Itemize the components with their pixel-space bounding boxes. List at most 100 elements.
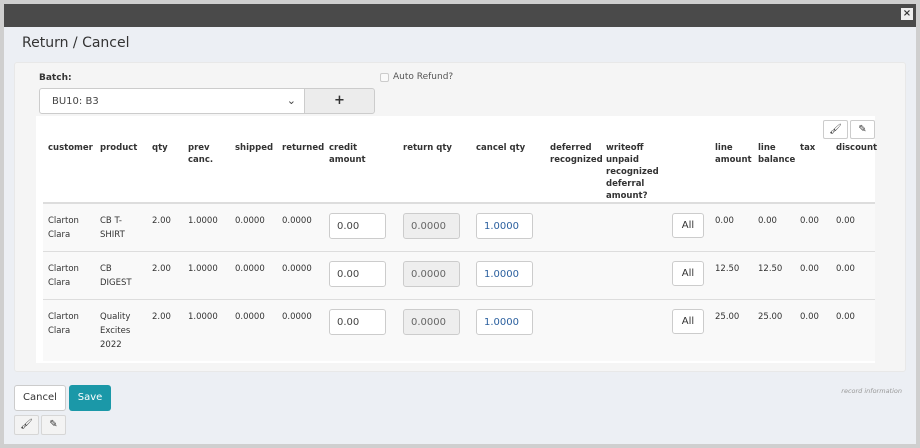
return-cancel-dialog: × Return / Cancel Batch: BU10: B3 ⌄ + Au… <box>4 4 916 444</box>
cell-all: All <box>661 299 710 361</box>
cell-line-balance: 25.00 <box>753 299 795 361</box>
cell-credit-amount: 0.00 <box>324 299 398 361</box>
cell-deferred-recognized <box>545 203 601 252</box>
cell-line-amount: 12.50 <box>710 251 753 300</box>
edit-icon[interactable]: ✎ <box>41 415 66 435</box>
table-row: Clarton Clara Quality Excites 2022 2.00 1.0… <box>43 299 875 361</box>
column-header: shipped <box>230 116 277 204</box>
cell-line-balance: 0.00 <box>753 203 795 252</box>
column-header: writeoff unpaid recognized deferral amou… <box>601 116 661 204</box>
table-header-row: customer product qty prev canc. shipped retur… <box>43 116 877 204</box>
chevron-down-icon: ⌄ <box>286 94 296 107</box>
footer-tools: 🖌 ✎ <box>14 415 66 435</box>
lines-table-container: 🖌 ✎ customer product qty prev canc. shipped r… <box>36 116 877 363</box>
credit-amount-input[interactable]: 0.00 <box>329 308 386 335</box>
column-header: product <box>95 116 147 204</box>
all-button[interactable]: All <box>672 308 704 334</box>
column-header: prev canc. <box>183 116 230 204</box>
cell-shipped: 0.0000 <box>230 203 277 252</box>
form-panel: Batch: BU10: B3 ⌄ + Auto Refund? 🖌 ✎ cus… <box>14 62 906 372</box>
return-qty-input: 0.0000 <box>403 213 460 239</box>
column-header: customer <box>43 116 95 204</box>
footer-buttons: Cancel Save <box>14 385 111 411</box>
column-header: returned <box>277 116 324 204</box>
brush-icon[interactable]: 🖌 <box>14 415 39 435</box>
cancel-button[interactable]: Cancel <box>14 385 66 411</box>
table-row: Clarton Clara CB DIGEST 2.00 1.0000 0.0000 0.… <box>43 251 875 300</box>
cell-writeoff <box>601 203 661 252</box>
cancel-qty-input[interactable]: 1.0000 <box>476 308 533 335</box>
checkbox-icon[interactable] <box>380 72 389 82</box>
column-header: line balance <box>753 116 795 204</box>
cell-deferred-recognized <box>545 299 601 361</box>
batch-select[interactable]: BU10: B3 ⌄ <box>39 88 305 114</box>
cell-line-balance: 12.50 <box>753 251 795 300</box>
column-header: qty <box>147 116 183 204</box>
cell-discount: 0.00 <box>831 203 875 252</box>
cell-writeoff <box>601 299 661 361</box>
cell-product: CB T-SHIRT <box>95 203 147 252</box>
cell-credit-amount: 0.00 <box>324 203 398 252</box>
cell-product: CB DIGEST <box>95 251 147 300</box>
cell-discount: 0.00 <box>831 251 875 300</box>
return-qty-input: 0.0000 <box>403 308 460 335</box>
cell-prev-canc: 1.0000 <box>183 203 230 252</box>
cell-discount: 0.00 <box>831 299 875 361</box>
cell-line-amount: 25.00 <box>710 299 753 361</box>
credit-amount-input[interactable]: 0.00 <box>329 260 386 287</box>
cell-all: All <box>661 251 710 300</box>
cell-cancel-qty: 1.0000 <box>471 251 545 300</box>
lines-table: customer product qty prev canc. shipped retur… <box>43 116 877 361</box>
batch-value: BU10: B3 <box>52 96 99 107</box>
cell-customer: Clarton Clara <box>43 299 95 361</box>
cell-cancel-qty: 1.0000 <box>471 299 545 361</box>
cell-returned: 0.0000 <box>277 203 324 252</box>
cancel-qty-input[interactable]: 1.0000 <box>476 260 533 287</box>
auto-refund-label: Auto Refund? <box>393 72 454 82</box>
column-header: deferred recognized <box>545 116 603 204</box>
return-qty-input: 0.0000 <box>403 260 460 287</box>
cell-return-qty: 0.0000 <box>398 203 471 252</box>
cell-qty: 2.00 <box>147 299 183 361</box>
cell-customer: Clarton Clara <box>43 203 95 252</box>
cell-return-qty: 0.0000 <box>398 299 471 361</box>
cell-prev-canc: 1.0000 <box>183 251 230 300</box>
credit-amount-input[interactable]: 0.00 <box>329 213 386 239</box>
cell-tax: 0.00 <box>795 299 831 361</box>
column-header: line amount <box>710 116 753 204</box>
record-information-link[interactable]: record information <box>841 387 902 395</box>
cell-returned: 0.0000 <box>277 299 324 361</box>
cell-returned: 0.0000 <box>277 251 324 300</box>
cell-qty: 2.00 <box>147 251 183 300</box>
cell-prev-canc: 1.0000 <box>183 299 230 361</box>
cell-qty: 2.00 <box>147 203 183 252</box>
cell-shipped: 0.0000 <box>230 251 277 300</box>
page-title: Return / Cancel <box>22 35 130 51</box>
column-header <box>661 116 710 204</box>
cell-deferred-recognized <box>545 251 601 300</box>
all-button[interactable]: All <box>672 260 704 286</box>
batch-label: Batch: <box>39 73 72 83</box>
table-row: Clarton Clara CB T-SHIRT 2.00 1.0000 0.0000 0… <box>43 203 875 252</box>
cell-customer: Clarton Clara <box>43 251 95 300</box>
close-icon[interactable]: × <box>901 8 913 20</box>
cell-tax: 0.00 <box>795 203 831 252</box>
cell-all: All <box>661 203 710 252</box>
column-header: return qty <box>398 116 471 204</box>
cell-cancel-qty: 1.0000 <box>471 203 545 252</box>
title-bar: × <box>4 4 916 27</box>
cell-product: Quality Excites 2022 <box>95 299 147 361</box>
column-header: tax <box>795 116 831 204</box>
column-header: credit amount <box>324 116 398 204</box>
column-header: discount <box>831 116 877 204</box>
cell-tax: 0.00 <box>795 251 831 300</box>
all-button[interactable]: All <box>672 213 704 238</box>
cell-return-qty: 0.0000 <box>398 251 471 300</box>
cell-credit-amount: 0.00 <box>324 251 398 300</box>
cancel-qty-input[interactable]: 1.0000 <box>476 213 533 239</box>
save-button[interactable]: Save <box>69 385 111 411</box>
column-header: cancel qty <box>471 116 545 204</box>
auto-refund-checkbox[interactable]: Auto Refund? <box>380 72 453 82</box>
add-batch-button[interactable]: + <box>304 88 375 114</box>
cell-shipped: 0.0000 <box>230 299 277 361</box>
